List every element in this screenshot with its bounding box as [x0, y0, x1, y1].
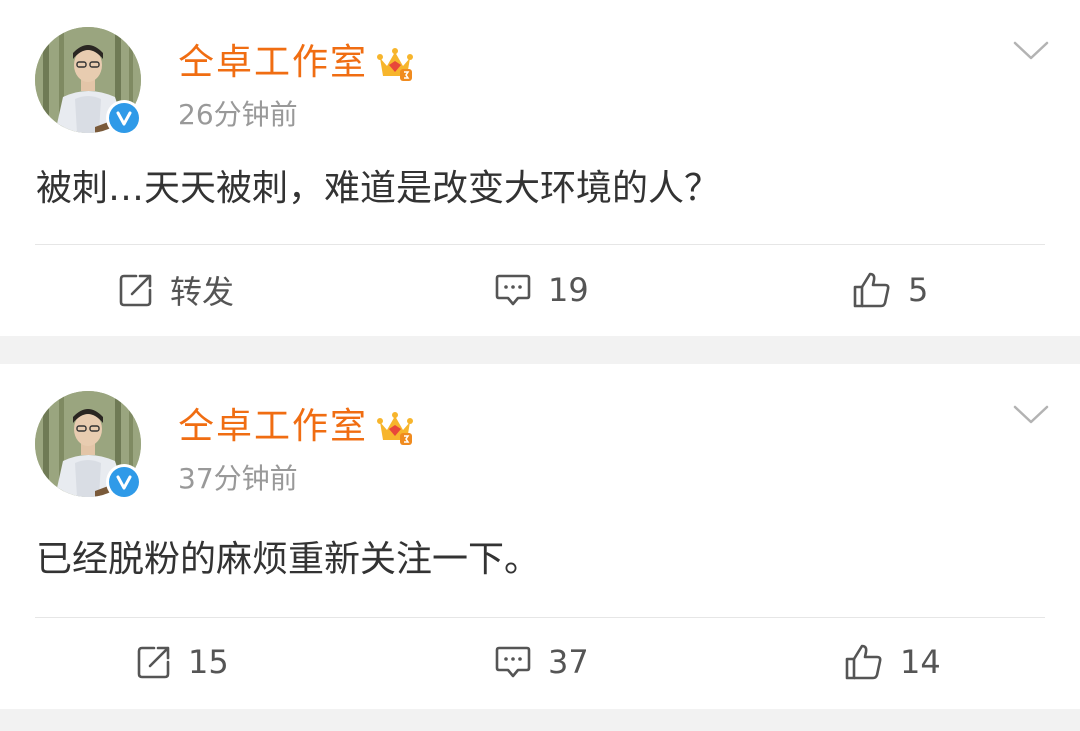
chevron-down-icon[interactable] [1012, 38, 1050, 64]
repost-count: 15 [188, 643, 229, 681]
repost-button[interactable]: 15 [136, 636, 229, 688]
post-content: 被刺…天天被刺，难道是改变大环境的人？ [36, 168, 721, 209]
chevron-down-icon[interactable] [1012, 402, 1050, 428]
divider [35, 244, 1045, 245]
repost-count: 转发 [170, 273, 235, 311]
verified-v-icon [106, 100, 142, 136]
feed-gap [0, 709, 1080, 731]
thumbs-up-icon [853, 272, 890, 308]
repost-button[interactable]: 转发 [118, 264, 234, 316]
verified-v-icon [106, 464, 142, 500]
repost-icon [119, 274, 152, 307]
divider [35, 617, 1045, 618]
crown-icon[interactable] [376, 44, 414, 82]
comment-icon [495, 646, 531, 678]
weibo-post-card: 仝卓工作室 37分钟前 已经脱粉的麻烦重新关注一下。 15 37 14 [0, 364, 1080, 709]
like-count: 14 [900, 643, 941, 681]
crown-icon[interactable] [376, 408, 414, 446]
post-time: 26分钟前 [178, 98, 298, 131]
username[interactable]: 仝卓工作室 [178, 40, 368, 86]
comment-count: 19 [548, 271, 589, 309]
like-button[interactable]: 14 [844, 636, 941, 688]
weibo-post-card: 仝卓工作室 26分钟前 被刺…天天被刺，难道是改变大环境的人？ 转发 19 5 [0, 0, 1080, 336]
comment-count: 37 [548, 643, 589, 681]
post-time: 37分钟前 [178, 462, 298, 495]
comment-button[interactable]: 19 [494, 264, 589, 316]
comment-button[interactable]: 37 [494, 636, 589, 688]
repost-icon [137, 646, 170, 679]
like-button[interactable]: 5 [852, 264, 928, 316]
like-count: 5 [908, 271, 929, 309]
post-content: 已经脱粉的麻烦重新关注一下。 [36, 539, 541, 580]
thumbs-up-icon [845, 644, 882, 680]
username[interactable]: 仝卓工作室 [178, 404, 368, 450]
comment-icon [495, 274, 531, 306]
